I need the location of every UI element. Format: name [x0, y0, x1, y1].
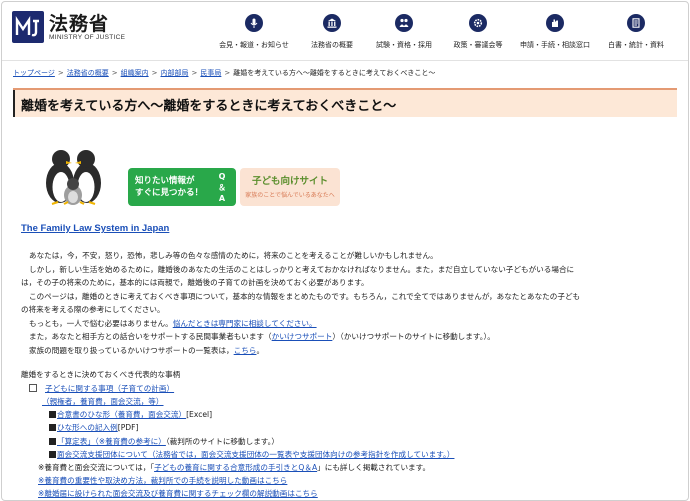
- child-matters-link[interactable]: 子どもに関する事項（子育ての計画）: [45, 384, 174, 393]
- hand-icon: [546, 14, 564, 32]
- sub-item-1: 合意書のひな形（養育費，面会交流）[Excel]: [49, 410, 688, 420]
- breadcrumb: トップページ > 法務省の概要 > 組織案内 > 内部部局 > 民事局 > 離婚を考えている方へ～離…: [13, 68, 435, 78]
- file-type-label: [Excel]: [186, 410, 213, 419]
- paragraph-3a: このページは，離婚のときに考えておくべき事項について，基本的な情報をまとめたもの…: [29, 292, 581, 301]
- nav-item-publications[interactable]: 白書・統計・資料: [596, 2, 676, 60]
- paragraph-2b: は，その子の将来のために，基本的には両親で，離婚後の子育ての計画を決めておく必要…: [21, 278, 369, 287]
- site-name[interactable]: 法務省: [49, 9, 109, 36]
- nav-item-exams[interactable]: 試験・資格・採用: [364, 2, 444, 60]
- page-title: 離婚を考えている方へ～離婚をするときに考えておくべきこと～: [21, 99, 397, 114]
- checkbox-square-icon: [29, 384, 37, 392]
- kids-site-label: 子ども向けサイト: [251, 176, 328, 187]
- paragraph-6-text-post: 。: [256, 346, 265, 355]
- bullet-square-icon: [49, 451, 56, 458]
- consult-expert-link[interactable]: 悩んだときは専門家に相談してください。: [173, 319, 317, 328]
- paragraph-2a: しかし，新しい生活を始めるために，離婚後のあなたの生活のことはしっかりと考えてお…: [29, 265, 575, 274]
- moj-logo-icon[interactable]: [12, 11, 44, 43]
- breadcrumb-sep: >: [57, 69, 64, 77]
- child-support-video-link[interactable]: ※養育費の重要性や取決め方法，裁判所での手続を説明した動画はこちら: [38, 476, 287, 485]
- qa-button[interactable]: 知りたい情報が すぐに見つかる！ Q＆A: [128, 168, 236, 206]
- nav-label: 白書・統計・資料: [608, 41, 664, 49]
- breadcrumb-sep: >: [191, 69, 198, 77]
- note-1-text: ※養育費と面会交流については，「: [38, 463, 155, 472]
- site-header: 法務省 MINISTRY OF JUSTICE 会見・報道・お知らせ 法務省の概…: [2, 2, 688, 61]
- kids-site-button[interactable]: 子ども向けサイト 家族のことで悩んでいるあなたへ: [240, 168, 340, 206]
- paragraph-5-text-post: ）（かいけつサポートのサイトに移動します。）。: [332, 332, 495, 341]
- penguin-family-illustration: [46, 150, 101, 205]
- checkbox-explanation-video-link[interactable]: ※離婚届に設けられた面会交流及び養育費に関するチェック欄の解説動画はこちら: [38, 489, 318, 498]
- paragraph-5-text: また，あなたと相手方との話合いをサポートする民間事業者もいます（: [29, 332, 272, 341]
- breadcrumb-sep: >: [224, 69, 231, 77]
- nav-item-policy[interactable]: 政策・審議会等: [438, 2, 518, 60]
- site-subtitle: MINISTRY OF JUSTICE: [49, 34, 126, 41]
- paragraph-1: あなたは，今，不安，怒り，恐怖，悲しみ等の色々な感情のために，将来のことを考える…: [29, 251, 438, 260]
- gear-icon: [469, 14, 487, 32]
- note-3: ※離婚届に設けられた面会交流及び養育費に関するチェック欄の解説動画はこちら: [38, 489, 688, 499]
- qa-button-side-label: Q＆A: [218, 172, 226, 203]
- breadcrumb-sep: >: [151, 69, 158, 77]
- visitation-support-link[interactable]: 面会交流支援団体について（法務省では，面会交流支援団体の一覧表や支援団体向けの参…: [57, 450, 454, 459]
- paragraph-6: 家族の問題を取り扱っているかいけつサポートの一覧表は，こちら。: [29, 346, 679, 356]
- nav-item-applications[interactable]: 申請・手続・相談窓口: [515, 2, 595, 60]
- paragraph-3b: の将来を考える際の参考にしてください。: [21, 305, 165, 314]
- kids-site-sublabel: 家族のことで悩んでいるあなたへ: [245, 192, 335, 199]
- breadcrumb-link[interactable]: 民事局: [200, 69, 221, 77]
- calculation-table-link[interactable]: 「算定表」（※養育費の参考に）: [57, 437, 166, 446]
- section-item-1: 子どもに関する事項（子育ての計画）: [29, 384, 679, 394]
- document-icon: [627, 14, 645, 32]
- breadcrumb-link[interactable]: トップページ: [13, 69, 55, 77]
- child-matters-sub-link[interactable]: （親権者，養育費，面会交流，等）: [42, 397, 164, 406]
- page-title-box: 離婚を考えている方へ～離婚をするときに考えておくべきこと～: [13, 88, 677, 117]
- file-type-label: [PDF]: [117, 423, 139, 432]
- template-example-link[interactable]: ひな形への記入例: [57, 423, 118, 432]
- microphone-icon: [245, 14, 263, 32]
- paragraph-6-text: 家族の問題を取り扱っているかいけつサポートの一覧表は，: [29, 346, 234, 355]
- people-icon: [395, 14, 413, 32]
- bullet-square-icon: [49, 424, 56, 431]
- paragraph-4: もっとも，一人で悩む必要はありません。悩んだときは専門家に相談してください。: [29, 319, 679, 329]
- bullet-square-icon: [49, 411, 56, 418]
- kaiketsu-support-link[interactable]: かいけつサポート: [272, 332, 333, 341]
- sub-item-3: 「算定表」（※養育費の参考に）（裁判所のサイトに移動します。）: [49, 437, 688, 447]
- sub-item-4: 面会交流支援団体について（法務省では，面会交流支援団体の一覧表や支援団体向けの参…: [49, 450, 688, 460]
- court-site-note: （裁判所のサイトに移動します。）: [165, 437, 280, 446]
- note-1-text-post: 」にも詳しく掲載されています。: [317, 463, 431, 472]
- section-item-1-sub: （親権者，養育費，面会交流，等）: [42, 397, 688, 407]
- page-frame: 法務省 MINISTRY OF JUSTICE 会見・報道・お知らせ 法務省の概…: [1, 1, 689, 501]
- nav-item-overview[interactable]: 法務省の概要: [292, 2, 372, 60]
- paragraph-5: また，あなたと相手方との話合いをサポートする民間事業者もいます（かいけつサポート…: [29, 332, 679, 342]
- breadcrumb-link[interactable]: 法務省の概要: [67, 69, 109, 77]
- kaiketsu-list-link[interactable]: こちら: [234, 346, 257, 355]
- breadcrumb-current: 離婚を考えている方へ～離婚をするときに考えておくべきこと～: [233, 69, 436, 77]
- nav-item-press[interactable]: 会見・報道・お知らせ: [214, 2, 294, 60]
- family-law-english-link[interactable]: The Family Law System in Japan: [21, 223, 169, 234]
- agreement-guide-link[interactable]: 子どもの養育に関する合意形成の手引きとQ＆A: [154, 463, 317, 472]
- note-2: ※養育費の重要性や取決め方法，裁判所での手続を説明した動画はこちら: [38, 476, 688, 486]
- title-accent-bar: [13, 90, 15, 117]
- paragraph-4-text: もっとも，一人で悩む必要はありません。: [29, 319, 173, 328]
- section-heading: 離婚をするときに決めておくべき代表的な事柄: [21, 370, 181, 379]
- qa-button-label: 知りたい情報が すぐに見つかる！: [135, 176, 204, 198]
- breadcrumb-link[interactable]: 内部部局: [161, 69, 189, 77]
- breadcrumb-sep: >: [111, 69, 118, 77]
- breadcrumb-link[interactable]: 組織案内: [121, 69, 149, 77]
- note-1: ※養育費と面会交流については，「子どもの養育に関する合意形成の手引きとQ＆A」に…: [38, 463, 688, 473]
- bullet-square-icon: [49, 438, 56, 445]
- agreement-template-link[interactable]: 合意書のひな形（養育費，面会交流）: [57, 410, 186, 419]
- sub-item-2: ひな形への記入例[PDF]: [49, 423, 688, 433]
- building-icon: [323, 14, 341, 32]
